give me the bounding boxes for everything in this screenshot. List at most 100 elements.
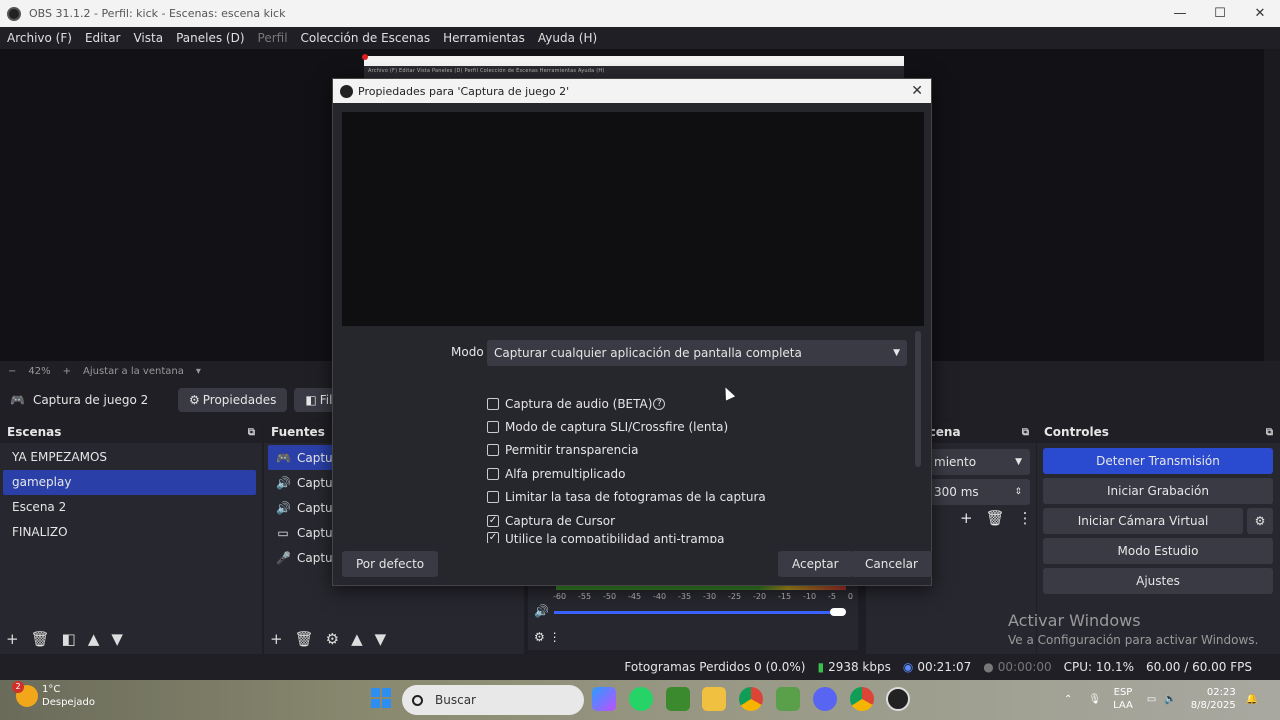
menu-perfil[interactable]: Perfil xyxy=(258,31,288,45)
option-transparency[interactable]: Permitir transparencia xyxy=(487,439,766,462)
option-sli-crossfire[interactable]: Modo de captura SLI/Crossfire (lenta) xyxy=(487,415,766,438)
zoom-out-button[interactable]: − xyxy=(8,366,16,377)
defaults-button[interactable]: Por defecto xyxy=(342,551,439,577)
virtual-cam-settings-icon[interactable]: ⚙ xyxy=(1247,508,1273,534)
studio-mode-button[interactable]: Modo Estudio xyxy=(1043,538,1273,564)
settings-button[interactable]: Ajustes xyxy=(1043,568,1273,594)
dialog-scrollbar[interactable] xyxy=(915,331,921,467)
cancel-button[interactable]: Cancelar xyxy=(851,551,932,577)
move-down-icon[interactable]: ▼ xyxy=(111,630,123,648)
scene-item[interactable]: YA EMPEZAMOS xyxy=(3,445,256,470)
properties-label: Propiedades xyxy=(202,393,277,407)
menu-coleccion-escenas[interactable]: Colección de Escenas xyxy=(301,31,431,45)
meter-tick: -15 xyxy=(778,592,792,601)
meter-ticks: -60 -55 -50 -45 -40 -35 -30 -25 -20 -15 … xyxy=(553,592,853,601)
meter-tick: -35 xyxy=(678,592,692,601)
more-icon[interactable]: ⋮ xyxy=(1018,509,1033,527)
checkbox-unchecked[interactable] xyxy=(487,491,499,504)
volume-slider[interactable] xyxy=(554,611,844,614)
checkbox-checked[interactable]: ✓ xyxy=(487,532,499,544)
trash-icon[interactable]: 🗑 xyxy=(295,630,314,648)
trash-icon[interactable]: 🗑 xyxy=(986,509,1005,527)
signal-icon: ▮ xyxy=(817,660,825,674)
properties-button[interactable]: ⚙ Propiedades xyxy=(178,388,288,412)
move-up-icon[interactable]: ▲ xyxy=(351,630,363,648)
clock[interactable]: 02:23 8/8/2025 xyxy=(1191,686,1236,712)
language-indicator[interactable]: ESP LAA xyxy=(1113,686,1133,712)
checkbox-checked[interactable]: ✓ xyxy=(487,514,499,527)
scene-item[interactable]: FINALIZO xyxy=(3,520,256,545)
volume-icon[interactable]: 🔈 xyxy=(1164,694,1176,705)
virtual-cam-button[interactable]: Iniciar Cámara Virtual xyxy=(1043,508,1243,534)
speaker-icon[interactable]: 🔊 xyxy=(534,604,549,618)
chevron-up-icon[interactable]: ⌃ xyxy=(1064,694,1072,705)
checkbox-unchecked[interactable] xyxy=(487,467,499,480)
game-launcher-icon[interactable] xyxy=(775,687,800,711)
scene-item[interactable]: Escena 2 xyxy=(3,495,256,520)
menu-editar[interactable]: Editar xyxy=(85,31,121,45)
microphone-icon[interactable]: 🎙 xyxy=(1088,694,1101,705)
discord-icon[interactable] xyxy=(812,687,837,711)
move-up-icon[interactable]: ▲ xyxy=(88,630,100,648)
undock-icon[interactable]: ⧉ xyxy=(1022,427,1029,438)
undock-icon[interactable]: ⧉ xyxy=(248,427,255,438)
menu-archivo[interactable]: Archivo (F) xyxy=(7,31,72,45)
option-premultiplied-alpha[interactable]: Alfa premultiplicado xyxy=(487,462,766,485)
menu-ayuda[interactable]: Ayuda (H) xyxy=(538,31,597,45)
transition-duration: 300 ms xyxy=(934,485,979,499)
checkbox-unchecked[interactable] xyxy=(487,421,499,434)
spin-arrows-icon[interactable]: ⇕ xyxy=(1014,487,1022,497)
minimize-button[interactable]: — xyxy=(1160,0,1200,27)
undock-icon[interactable]: ⧉ xyxy=(1266,427,1273,438)
option-capture-cursor[interactable]: ✓ Captura de Cursor xyxy=(487,509,766,532)
move-down-icon[interactable]: ▼ xyxy=(375,630,387,648)
chrome-icon[interactable] xyxy=(739,687,764,711)
controls-title: Controles xyxy=(1044,425,1109,439)
minecraft-icon[interactable] xyxy=(665,687,690,711)
close-window-button[interactable]: ✕ xyxy=(1240,0,1280,27)
controls-header: Controles ⧉ xyxy=(1037,421,1280,443)
menu-paneles[interactable]: Paneles (D) xyxy=(176,31,244,45)
add-transition-button[interactable]: + xyxy=(960,509,973,527)
volume-slider-handle[interactable] xyxy=(830,608,846,616)
mode-select[interactable]: Capturar cualquier aplicación de pantall… xyxy=(487,340,907,366)
whatsapp-icon[interactable] xyxy=(628,687,653,711)
option-limit-framerate[interactable]: Limitar la tasa de fotogramas de la capt… xyxy=(487,486,766,509)
copilot-icon[interactable] xyxy=(592,687,616,711)
weather-desc: Despejado xyxy=(42,697,95,708)
rec-icon: ● xyxy=(983,660,994,674)
maximize-button[interactable]: ☐ xyxy=(1200,0,1240,27)
clock-time: 02:23 xyxy=(1206,687,1236,698)
file-explorer-icon[interactable] xyxy=(702,687,727,711)
duration-spinbox[interactable]: 300 ms ⇕ xyxy=(930,479,1030,505)
gear-icon[interactable]: ⚙ xyxy=(326,630,339,648)
scene-item-active[interactable]: gameplay xyxy=(3,470,256,495)
transition-select[interactable]: miento ▼ xyxy=(930,449,1030,475)
add-source-button[interactable]: + xyxy=(270,630,283,648)
network-icon[interactable]: ▭ xyxy=(1147,694,1156,705)
fit-window-label[interactable]: Ajustar a la ventana xyxy=(83,366,184,377)
zoom-in-button[interactable]: + xyxy=(63,366,71,377)
weather-widget[interactable]: 2 1°C Despejado xyxy=(12,681,95,709)
start-recording-button[interactable]: Iniciar Grabación xyxy=(1043,478,1273,504)
chrome-alt-icon[interactable] xyxy=(849,687,874,711)
ok-button[interactable]: Aceptar xyxy=(778,551,853,577)
menu-vista[interactable]: Vista xyxy=(133,31,163,45)
help-icon[interactable]: ? xyxy=(653,397,666,410)
obs-taskbar-icon[interactable] xyxy=(886,687,911,711)
notifications-icon[interactable]: 🔔 xyxy=(1246,694,1258,705)
close-icon[interactable]: ✕ xyxy=(911,83,923,99)
mixer-gear-icon[interactable]: ⚙ ⋮ xyxy=(534,630,561,644)
taskbar-apps xyxy=(592,687,923,711)
windows-start-icon[interactable] xyxy=(371,688,391,708)
taskbar-search[interactable]: Buscar xyxy=(402,685,584,715)
trash-icon[interactable]: 🗑 xyxy=(31,630,50,648)
stop-stream-button[interactable]: Detener Transmisión xyxy=(1043,448,1273,474)
checkbox-unchecked[interactable] xyxy=(487,444,499,457)
checkbox-unchecked[interactable] xyxy=(487,397,499,410)
option-anticheat[interactable]: ✓ Utilice la compatibilidad anti-trampa xyxy=(487,532,766,544)
zoom-dropdown-icon[interactable]: ▾ xyxy=(196,366,201,377)
scene-filters-icon[interactable]: ◧ xyxy=(62,630,76,648)
menu-herramientas[interactable]: Herramientas xyxy=(443,31,525,45)
add-scene-button[interactable]: + xyxy=(6,630,19,648)
